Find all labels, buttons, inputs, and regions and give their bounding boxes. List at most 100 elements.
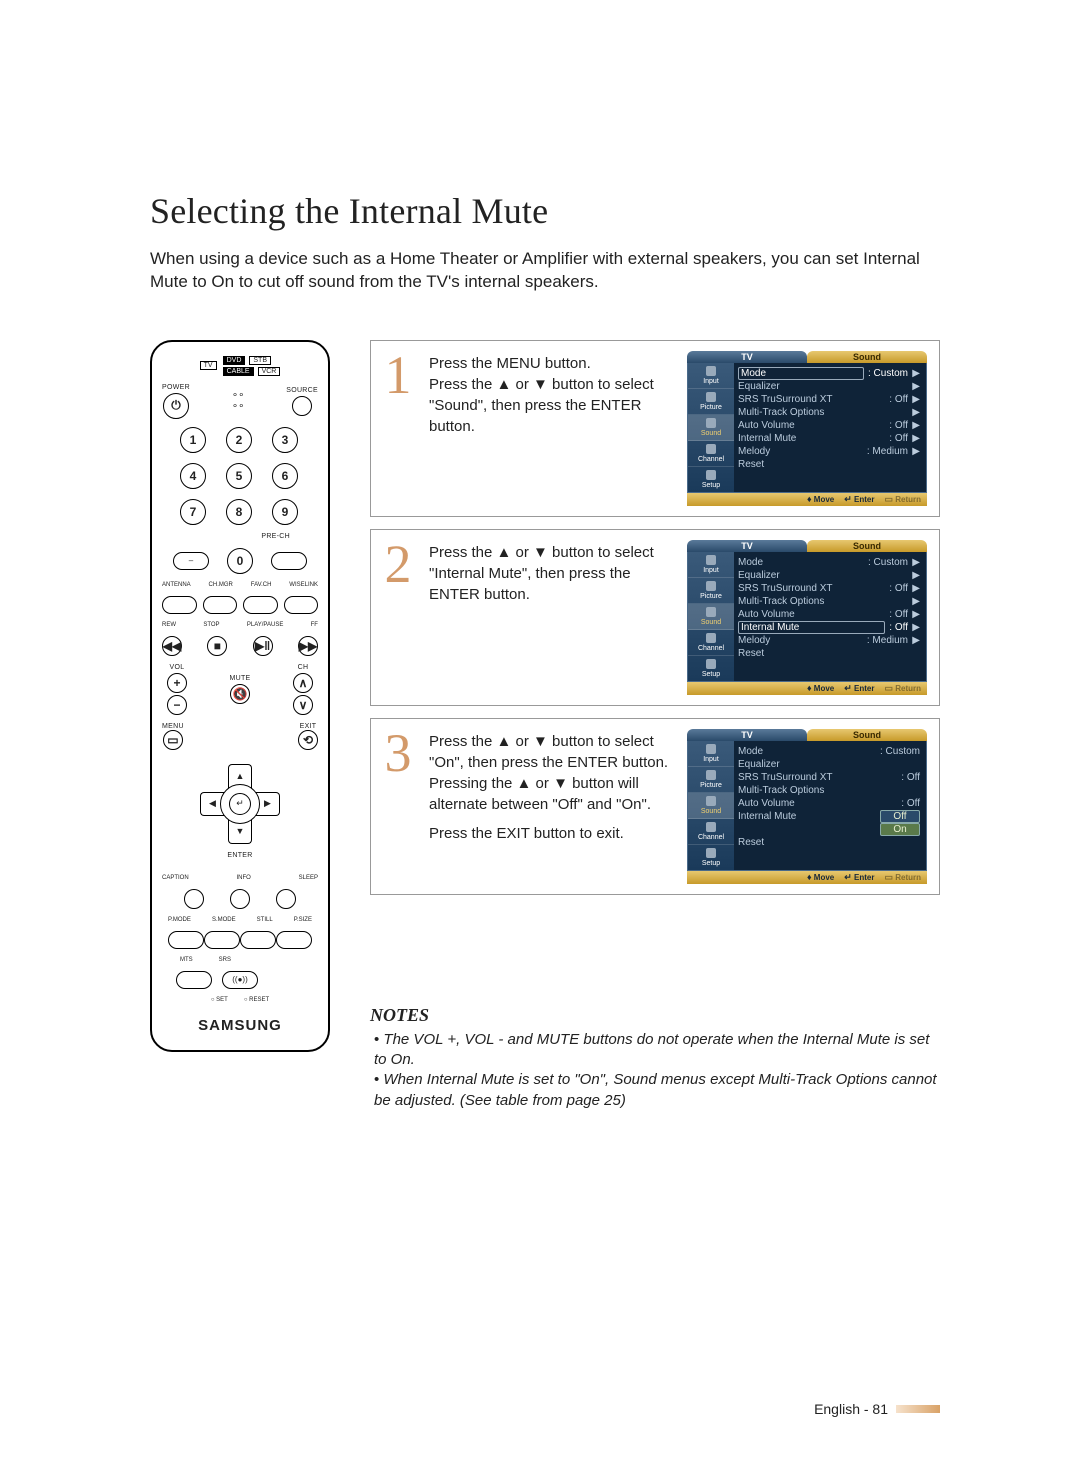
page-title: Selecting the Internal Mute (150, 190, 940, 232)
step-3-text-b: Pressing the ▲ or ▼ button will alternat… (429, 773, 671, 815)
key-3[interactable]: 3 (272, 427, 298, 453)
exit-button[interactable]: ⟲ (298, 730, 318, 750)
source-button[interactable] (292, 396, 312, 416)
step-1-text-a: Press the MENU button. (429, 353, 671, 374)
osd2-val-melody: : Medium (867, 635, 908, 646)
step-2-text: Press the ▲ or ▼ button to select "Inter… (429, 542, 671, 605)
power-button[interactable]: ⏻ (163, 393, 189, 419)
key-4[interactable]: 4 (180, 463, 206, 489)
notes-heading: NOTES (370, 1005, 940, 1026)
src-cable: CABLE (223, 367, 254, 376)
prech-button[interactable] (271, 552, 307, 570)
osd3-row-imute: Internal Mute (738, 811, 876, 822)
osd2-row-imute: Internal Mute (738, 621, 885, 634)
psize-button[interactable] (276, 931, 312, 949)
osd3-tab-title: Sound (807, 729, 927, 741)
osd-screenshot-2: TV Sound Input Picture Sound Channel Set… (687, 540, 927, 695)
osd2-tab-tv: TV (687, 540, 807, 552)
source-label: SOURCE (286, 387, 318, 394)
osd3-val-autov: : Off (901, 798, 920, 809)
osd-row-srs: SRS TruSurround XT (738, 394, 885, 405)
info-label: INFO (236, 875, 250, 881)
osd2-row-mode: Mode (738, 557, 864, 568)
dpad: ▲ ▼ ◀ ▶ ↵ (200, 764, 280, 844)
rew-label: REW (162, 622, 176, 628)
remote-illustration: TV DVD STB CABLE VCR POWER ⏻ ∘ (150, 340, 330, 1052)
sleep-label: SLEEP (299, 875, 318, 881)
key-1[interactable]: 1 (180, 427, 206, 453)
key-8[interactable]: 8 (226, 499, 252, 525)
page-footer: English - 81 (814, 1401, 940, 1417)
osd-screenshot-3: TV Sound Input Picture Sound Channel Set… (687, 729, 927, 884)
osd-row-eq: Equalizer (738, 381, 908, 392)
osd-screenshot-1: TV Sound Input Picture Sound Channel Set… (687, 351, 927, 506)
vol-down[interactable]: − (167, 695, 187, 715)
osd3-val-srs: : Off (901, 772, 920, 783)
osd2-side-setup: Setup (688, 656, 734, 681)
osd2-val-srs: : Off (889, 583, 908, 594)
key-7[interactable]: 7 (180, 499, 206, 525)
antenna-button[interactable] (162, 596, 197, 614)
key-5[interactable]: 5 (226, 463, 252, 489)
osd3-row-mto: Multi-Track Options (738, 785, 920, 796)
key-2[interactable]: 2 (226, 427, 252, 453)
osd-val-autov: : Off (889, 420, 908, 431)
step-3-text-a: Press the ▲ or ▼ button to select "On", … (429, 731, 671, 773)
srs-label: SRS (219, 957, 231, 963)
ch-up[interactable]: ∧ (293, 673, 313, 693)
exit-label: EXIT (300, 723, 317, 730)
note-2: When Internal Mute is set to "On", Sound… (374, 1070, 940, 1111)
osd2-side-sound: Sound (688, 604, 734, 630)
mute-button[interactable]: 🔇 (230, 684, 250, 704)
osd3-tab-tv: TV (687, 729, 807, 741)
step-1-number: 1 (383, 351, 413, 400)
osd-val-imute: : Off (889, 433, 908, 444)
sleep-button[interactable] (276, 889, 296, 909)
osd-side-setup: Setup (688, 467, 734, 492)
osd2-side-input: Input (688, 552, 734, 578)
rew-button[interactable]: ◀◀ (162, 636, 182, 656)
srs-button[interactable]: ((●)) (222, 971, 258, 989)
ch-down[interactable]: ∨ (293, 695, 313, 715)
smode-button[interactable] (204, 931, 240, 949)
ch-label: CH (298, 664, 309, 671)
enter-button[interactable]: ↵ (220, 784, 260, 824)
step-3-number: 3 (383, 729, 413, 778)
favch-label: FAV.CH (251, 582, 272, 588)
menu-button[interactable]: ▭ (163, 730, 183, 750)
key-0[interactable]: 0 (227, 548, 253, 574)
mts-label: MTS (180, 957, 193, 963)
osd3-val-mode: : Custom (880, 746, 920, 757)
pmode-button[interactable] (168, 931, 204, 949)
psize-label: P.SIZE (294, 917, 312, 923)
step-2-number: 2 (383, 540, 413, 589)
osd-row-reset: Reset (738, 459, 920, 470)
key-6[interactable]: 6 (272, 463, 298, 489)
key-9[interactable]: 9 (272, 499, 298, 525)
stop-label: STOP (203, 622, 219, 628)
vol-up[interactable]: + (167, 673, 187, 693)
osd-row-mto: Multi-Track Options (738, 407, 908, 418)
src-dvd: DVD (223, 356, 246, 365)
mute-label: MUTE (229, 675, 250, 682)
info-button[interactable] (230, 889, 250, 909)
wiselink-label: WISELINK (289, 582, 318, 588)
src-vcr: VCR (258, 367, 281, 376)
osd3-row-eq: Equalizer (738, 759, 920, 770)
osd2-val-autov: : Off (889, 609, 908, 620)
osd3-btn-enter: Enter (854, 873, 874, 882)
chmgr-button[interactable] (203, 596, 238, 614)
ff-label: FF (311, 622, 318, 628)
mts-button[interactable] (176, 971, 212, 989)
osd3-row-mode: Mode (738, 746, 876, 757)
ff-button[interactable]: ▶▶ (298, 636, 318, 656)
step-2: 2 Press the ▲ or ▼ button to select "Int… (370, 529, 940, 706)
play-button[interactable]: ▶‖ (253, 636, 273, 656)
favch-button[interactable] (243, 596, 278, 614)
chmgr-label: CH.MGR (209, 582, 233, 588)
wiselink-button[interactable] (284, 596, 319, 614)
still-button[interactable] (240, 931, 276, 949)
caption-button[interactable] (184, 889, 204, 909)
key-dash[interactable]: – (173, 552, 209, 570)
stop-button[interactable]: ■ (207, 636, 227, 656)
